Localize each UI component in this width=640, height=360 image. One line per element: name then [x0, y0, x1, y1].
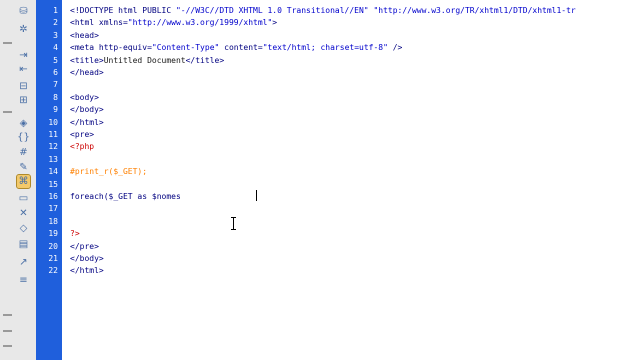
code-token: </head>: [70, 68, 104, 77]
code-line[interactable]: #print_r($_GET);: [70, 166, 147, 178]
format-source-icon[interactable]: ≡: [17, 274, 30, 287]
code-editor[interactable]: <!DOCTYPE html PUBLIC "-//W3C//DTD XHTML…: [62, 0, 640, 360]
code-token: "http://www.w3.org/1999/xhtml": [127, 18, 273, 28]
line-number-gutter: 1 2 3 4 5 6 7 8 9 10 11 12 13 14 15 16 17 18 19 20 21 22: [36, 0, 62, 360]
toolbar-grip[interactable]: [3, 42, 12, 44]
code-line[interactable]: <?php: [70, 141, 94, 153]
code-line[interactable]: <meta http-equiv="Content-Type" content=…: [70, 42, 402, 54]
line-number: 16: [48, 192, 58, 201]
code-token: Untitled Document: [103, 55, 186, 65]
line-number: 17: [48, 204, 58, 214]
settings-icon[interactable]: ✲: [17, 23, 30, 36]
code-token: <!DOCTYPE html PUBLIC: [70, 6, 176, 15]
expand-icon[interactable]: ⊞: [17, 94, 30, 107]
remove-comment-icon[interactable]: ✕: [17, 207, 30, 220]
line-number: 9: [53, 105, 58, 115]
line-number: 1: [53, 6, 58, 15]
code-token: content=: [219, 43, 263, 53]
code-line[interactable]: ?>: [70, 228, 80, 240]
code-token: "Content-Type": [151, 43, 220, 53]
code-token: <pre>: [70, 130, 95, 139]
code-token: <meta http-equiv=: [70, 43, 152, 53]
code-line[interactable]: </html>: [70, 117, 104, 129]
code-token: <head>: [70, 30, 99, 40]
line-number: 6: [53, 68, 58, 77]
code-token: >: [272, 18, 278, 28]
code-line[interactable]: <body>: [70, 92, 99, 104]
code-line[interactable]: </body>: [70, 104, 104, 116]
toolbar-grip[interactable]: [3, 330, 12, 332]
line-number: 8: [53, 92, 58, 102]
line-number: 21: [48, 254, 58, 263]
select-parent-tag-icon[interactable]: ◈: [17, 117, 30, 130]
code-token: ?>: [70, 229, 80, 239]
code-line[interactable]: </pre>: [70, 241, 99, 253]
code-line[interactable]: </html>: [70, 265, 104, 277]
line-number: 5: [53, 55, 58, 65]
line-number: 2: [53, 18, 58, 28]
code-token: </html>: [70, 266, 104, 276]
line-numbers-icon[interactable]: #: [17, 146, 30, 159]
code-token: "-//W3C//DTD XHTML 1.0 Transitional//EN"…: [175, 6, 576, 15]
code-line[interactable]: </body>: [70, 253, 104, 265]
toolbar-grip[interactable]: [3, 111, 12, 113]
recent-snippets-icon[interactable]: ▤: [17, 238, 30, 251]
open-documents-icon[interactable]: ⛁: [17, 5, 30, 18]
line-number: 14: [48, 167, 58, 177]
ibeam-cursor: [231, 217, 236, 230]
wrap-tag-icon[interactable]: ◇: [17, 222, 30, 235]
coding-toolbar: ⛁ ✲ ⇥ ⇤ ⊟ ⊞ ◈{} # ✎ ⌘ ▭ ✕ ◇ ▤ ↗ ≡: [0, 0, 37, 360]
code-token: <?php: [70, 142, 95, 152]
code-token: </title>: [185, 55, 225, 65]
line-number: 18: [48, 216, 58, 226]
outdent-icon[interactable]: ⇤: [17, 63, 30, 76]
code-token: </pre>: [70, 241, 99, 251]
line-number: 22: [48, 266, 58, 276]
code-token: />: [387, 43, 403, 53]
code-line[interactable]: <html xmlns="http://www.w3.org/1999/xhtm…: [70, 17, 277, 29]
code-line[interactable]: <pre>: [70, 129, 94, 141]
line-number: 15: [48, 179, 58, 189]
code-token: </body>: [70, 105, 104, 115]
code-token: "text/html; charset=utf-8": [262, 43, 388, 53]
line-number: 12: [48, 142, 58, 152]
code-line[interactable]: <head>: [70, 30, 99, 42]
toolbar-grip[interactable]: [3, 314, 12, 316]
collapse-icon[interactable]: ⊟: [17, 80, 30, 93]
code-token: </html>: [70, 117, 104, 127]
code-token: </body>: [70, 254, 104, 263]
move-css-icon[interactable]: ↗: [17, 256, 30, 269]
line-number: 3: [53, 30, 58, 40]
indent-icon[interactable]: ⇥: [17, 49, 30, 62]
apply-comment-icon[interactable]: ▭: [17, 192, 30, 205]
line-number: 19: [48, 229, 58, 239]
line-number: 11: [48, 130, 58, 139]
code-line[interactable]: foreach($_GET as $nomes: [70, 191, 181, 203]
code-line[interactable]: <title>Untitled Document</title>: [70, 55, 224, 67]
code-token: <body>: [70, 92, 99, 102]
code-token: #print_r($_GET);: [70, 167, 148, 177]
balance-braces-icon[interactable]: {}: [17, 131, 30, 144]
line-number: 20: [48, 241, 58, 251]
line-number: 13: [48, 154, 58, 164]
line-number: 4: [53, 43, 58, 53]
toolbar-grip[interactable]: [3, 345, 12, 347]
line-number: 10: [48, 117, 58, 127]
line-number: 7: [53, 80, 58, 90]
code-line[interactable]: </head>: [70, 67, 104, 79]
code-line[interactable]: <!DOCTYPE html PUBLIC "-//W3C//DTD XHTML…: [70, 5, 576, 17]
text-caret: [256, 190, 257, 201]
highlight-invalid-code-icon[interactable]: ✎: [17, 161, 30, 174]
code-token: foreach($_GET as $nomes: [70, 192, 181, 201]
code-token: <html xmlns=: [70, 18, 128, 28]
syntax-coloring-icon[interactable]: ⌘: [16, 174, 31, 189]
code-token: <title>: [70, 55, 104, 65]
